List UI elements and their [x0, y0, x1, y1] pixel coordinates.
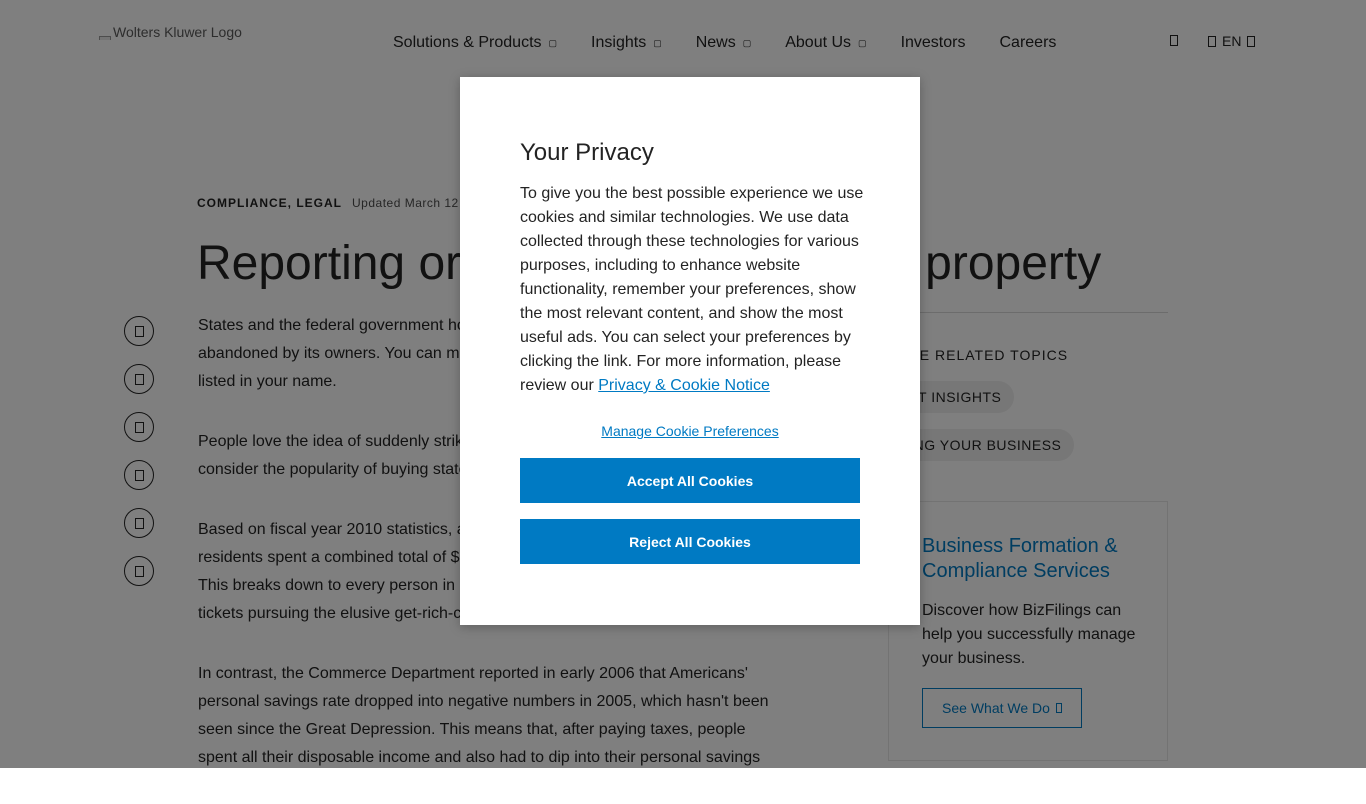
accept-all-cookies-button[interactable]: Accept All Cookies — [520, 458, 860, 503]
manage-cookie-preferences-link[interactable]: Manage Cookie Preferences — [520, 423, 860, 439]
privacy-dialog-title: Your Privacy — [520, 139, 654, 166]
privacy-dialog-text: To give you the best possible experience… — [520, 182, 865, 398]
privacy-body: To give you the best possible experience… — [520, 185, 864, 394]
reject-all-cookies-button[interactable]: Reject All Cookies — [520, 519, 860, 564]
privacy-notice-link[interactable]: Privacy & Cookie Notice — [598, 377, 770, 394]
privacy-dialog: Your Privacy To give you the best possib… — [460, 77, 920, 625]
